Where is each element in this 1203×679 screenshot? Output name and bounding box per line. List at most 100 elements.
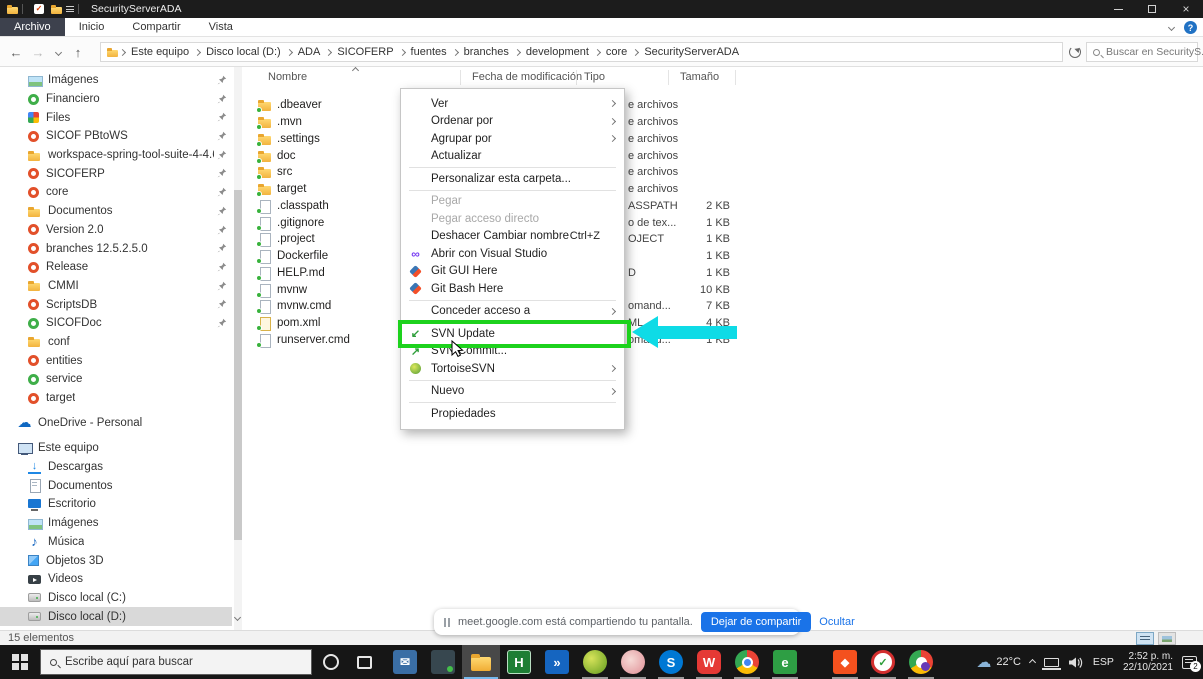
hardware-icon[interactable] <box>1041 657 1061 670</box>
sidebar-item-scriptsdb[interactable]: ScriptsDB <box>0 295 232 314</box>
sidebar-item-workspace-spring-tool-suite-4-4-6-0-releasi[interactable]: workspace-spring-tool-suite-4-4.6.0.RELE… <box>0 146 232 165</box>
sidebar-item-im-genes[interactable]: Imágenes <box>0 514 232 533</box>
clock[interactable]: 2:52 p. m. 22/10/2021 <box>1123 651 1173 674</box>
column-header-fecha[interactable]: Fecha de modificación <box>472 71 582 83</box>
hide-link[interactable]: Ocultar <box>819 616 854 628</box>
taskbar-app-tortoise-app[interactable] <box>576 645 614 679</box>
ribbon-tab-inicio[interactable]: Inicio <box>65 18 119 36</box>
sidebar-item-objetos-3d[interactable]: Objetos 3D <box>0 551 232 570</box>
sidebar-item-service[interactable]: service <box>0 370 232 389</box>
taskbar-app-orange-app[interactable]: ◆ <box>826 645 864 679</box>
language-indicator[interactable]: ESP <box>1093 656 1114 668</box>
sidebar-item-files[interactable]: Files <box>0 108 232 127</box>
breadcrumb-item[interactable]: development <box>526 46 589 58</box>
breadcrumb-item[interactable]: Disco local (D:) <box>206 46 281 58</box>
taskbar-app-chrome-profile[interactable] <box>902 645 940 679</box>
notification-center-icon[interactable]: 2 <box>1182 655 1201 672</box>
breadcrumb-item[interactable]: ADA <box>298 46 321 58</box>
volume-icon[interactable] <box>1068 656 1084 669</box>
taskbar-app-brain-app[interactable] <box>614 645 652 679</box>
taskbar-app-runner-app[interactable]: » <box>538 645 576 679</box>
taskbar-app-h-app[interactable]: H <box>500 645 538 679</box>
sidebar-item-target[interactable]: target <box>0 389 232 408</box>
breadcrumb-item[interactable]: Este equipo <box>131 46 189 58</box>
sidebar-item-sicof-pbtows[interactable]: SICOF PBtoWS <box>0 127 232 146</box>
menu-item-agrupar-por[interactable]: Agrupar por <box>401 130 624 148</box>
ribbon-tab-vista[interactable]: Vista <box>195 18 247 36</box>
menu-item-git-bash-here[interactable]: Git Bash Here <box>401 280 624 298</box>
forward-icon[interactable]: → <box>28 37 48 67</box>
help-icon[interactable]: ? <box>1184 21 1197 34</box>
menu-item-ver[interactable]: Ver <box>401 95 624 113</box>
menu-item-tortoisesvn[interactable]: TortoiseSVN <box>401 360 624 378</box>
column-header-tamano[interactable]: Tamaño <box>680 71 719 83</box>
sidebar-item-conf[interactable]: conf <box>0 333 232 352</box>
search-box[interactable]: Buscar en SecurityS... <box>1086 42 1203 62</box>
taskbar-app-antivirus-app[interactable]: ✓ <box>864 645 902 679</box>
details-view-button[interactable] <box>1136 632 1154 645</box>
menu-item-propiedades[interactable]: Propiedades <box>401 405 624 423</box>
taskbar-app-skype[interactable]: S <box>652 645 690 679</box>
sidebar-item-onedrive-personal[interactable]: ☁ OneDrive - Personal <box>0 413 232 432</box>
taskbar-app-chrome[interactable] <box>728 645 766 679</box>
sidebar-item-cmmi[interactable]: CMMI <box>0 277 232 296</box>
sidebar-item-sicofdoc[interactable]: SICOFDoc <box>0 314 232 333</box>
taskbar-app-lock-app[interactable] <box>424 645 462 679</box>
sidebar-item-version-2-0[interactable]: Version 2.0 <box>0 221 232 240</box>
sidebar-item-escritorio[interactable]: Escritorio <box>0 495 232 514</box>
ribbon-tab-compartir[interactable]: Compartir <box>118 18 194 36</box>
menu-item-conceder-acceso-a[interactable]: Conceder acceso a <box>401 303 624 321</box>
sidebar-item-documentos[interactable]: Documentos <box>0 202 232 221</box>
sidebar-item-videos[interactable]: Videos <box>0 570 232 589</box>
sidebar-item-financiero[interactable]: Financiero <box>0 90 232 109</box>
breadcrumb-item[interactable]: SecurityServerADA <box>644 46 739 58</box>
sidebar-item-branches-12-5-2-5-0[interactable]: branches 12.5.2.5.0 <box>0 239 232 258</box>
minimize-button[interactable] <box>1101 0 1135 18</box>
menu-item-nuevo[interactable]: Nuevo <box>401 383 624 401</box>
taskbar-app-editplus[interactable]: e <box>766 645 804 679</box>
column-header-nombre[interactable]: Nombre <box>268 71 307 83</box>
menu-item-deshacer-cambiar-nombre[interactable]: Deshacer Cambiar nombre Ctrl+Z <box>401 228 624 246</box>
sidebar-item-este-equipo[interactable]: Este equipo <box>0 439 232 458</box>
cortana-button[interactable] <box>317 648 345 676</box>
sidebar-item-disco-local-d-[interactable]: Disco local (D:) <box>0 607 232 626</box>
breadcrumb-item[interactable]: branches <box>464 46 509 58</box>
customize-quick-access-icon[interactable] <box>66 6 74 12</box>
sidebar-scrollbar-thumb[interactable] <box>234 190 242 540</box>
sidebar-item-disco-local-c-[interactable]: Disco local (C:) <box>0 589 232 608</box>
sidebar-item-core[interactable]: core <box>0 183 232 202</box>
refresh-icon[interactable] <box>1069 46 1081 58</box>
thumbnails-view-button[interactable] <box>1158 632 1176 645</box>
menu-item-actualizar[interactable]: Actualizar <box>401 148 624 166</box>
breadcrumb-item[interactable]: fuentes <box>411 46 447 58</box>
ribbon-tab-archivo[interactable]: Archivo <box>0 18 65 36</box>
breadcrumb-item[interactable]: core <box>606 46 627 58</box>
tray-overflow-icon[interactable] <box>1028 658 1036 666</box>
maximize-button[interactable] <box>1135 0 1169 18</box>
close-button[interactable]: × <box>1169 0 1203 18</box>
taskbar-search[interactable]: Escribe aquí para buscar <box>40 649 312 675</box>
recent-locations-icon[interactable] <box>50 37 66 67</box>
menu-item-abrir-con-visual-studio[interactable]: ∞ Abrir con Visual Studio <box>401 245 624 263</box>
sidebar-item-entities[interactable]: entities <box>0 351 232 370</box>
weather-widget[interactable]: ☁ 22°C <box>976 653 1021 671</box>
menu-item-ordenar-por[interactable]: Ordenar por <box>401 113 624 131</box>
expand-ribbon-icon[interactable] <box>1167 23 1176 32</box>
sidebar-item-m-sica[interactable]: ♪ Música <box>0 533 232 552</box>
quick-access-properties-icon[interactable]: ✓ <box>34 4 44 14</box>
menu-item-git-gui-here[interactable]: Git GUI Here <box>401 263 624 281</box>
stop-sharing-button[interactable]: Dejar de compartir <box>700 612 812 632</box>
start-button[interactable] <box>0 645 40 679</box>
breadcrumb[interactable]: Este equipo Disco local (D:) ADA SICOFERP fu… <box>100 42 1063 62</box>
taskbar-app-file-explorer[interactable] <box>462 645 500 679</box>
sidebar-item-documentos[interactable]: Documentos <box>0 476 232 495</box>
taskbar-app-mail-app[interactable]: ✉ <box>386 645 424 679</box>
task-view-button[interactable] <box>350 648 378 676</box>
menu-item-personalizar-esta-carpeta-[interactable]: Personalizar esta carpeta... <box>401 170 624 188</box>
quick-access-newfolder-icon[interactable] <box>51 4 62 14</box>
back-icon[interactable]: ← <box>6 37 26 67</box>
breadcrumb-item[interactable]: SICOFERP <box>337 46 393 58</box>
up-icon[interactable]: ↑ <box>68 37 88 67</box>
taskbar-app-wps-office[interactable]: W <box>690 645 728 679</box>
column-header-tipo[interactable]: Tipo <box>584 71 605 83</box>
